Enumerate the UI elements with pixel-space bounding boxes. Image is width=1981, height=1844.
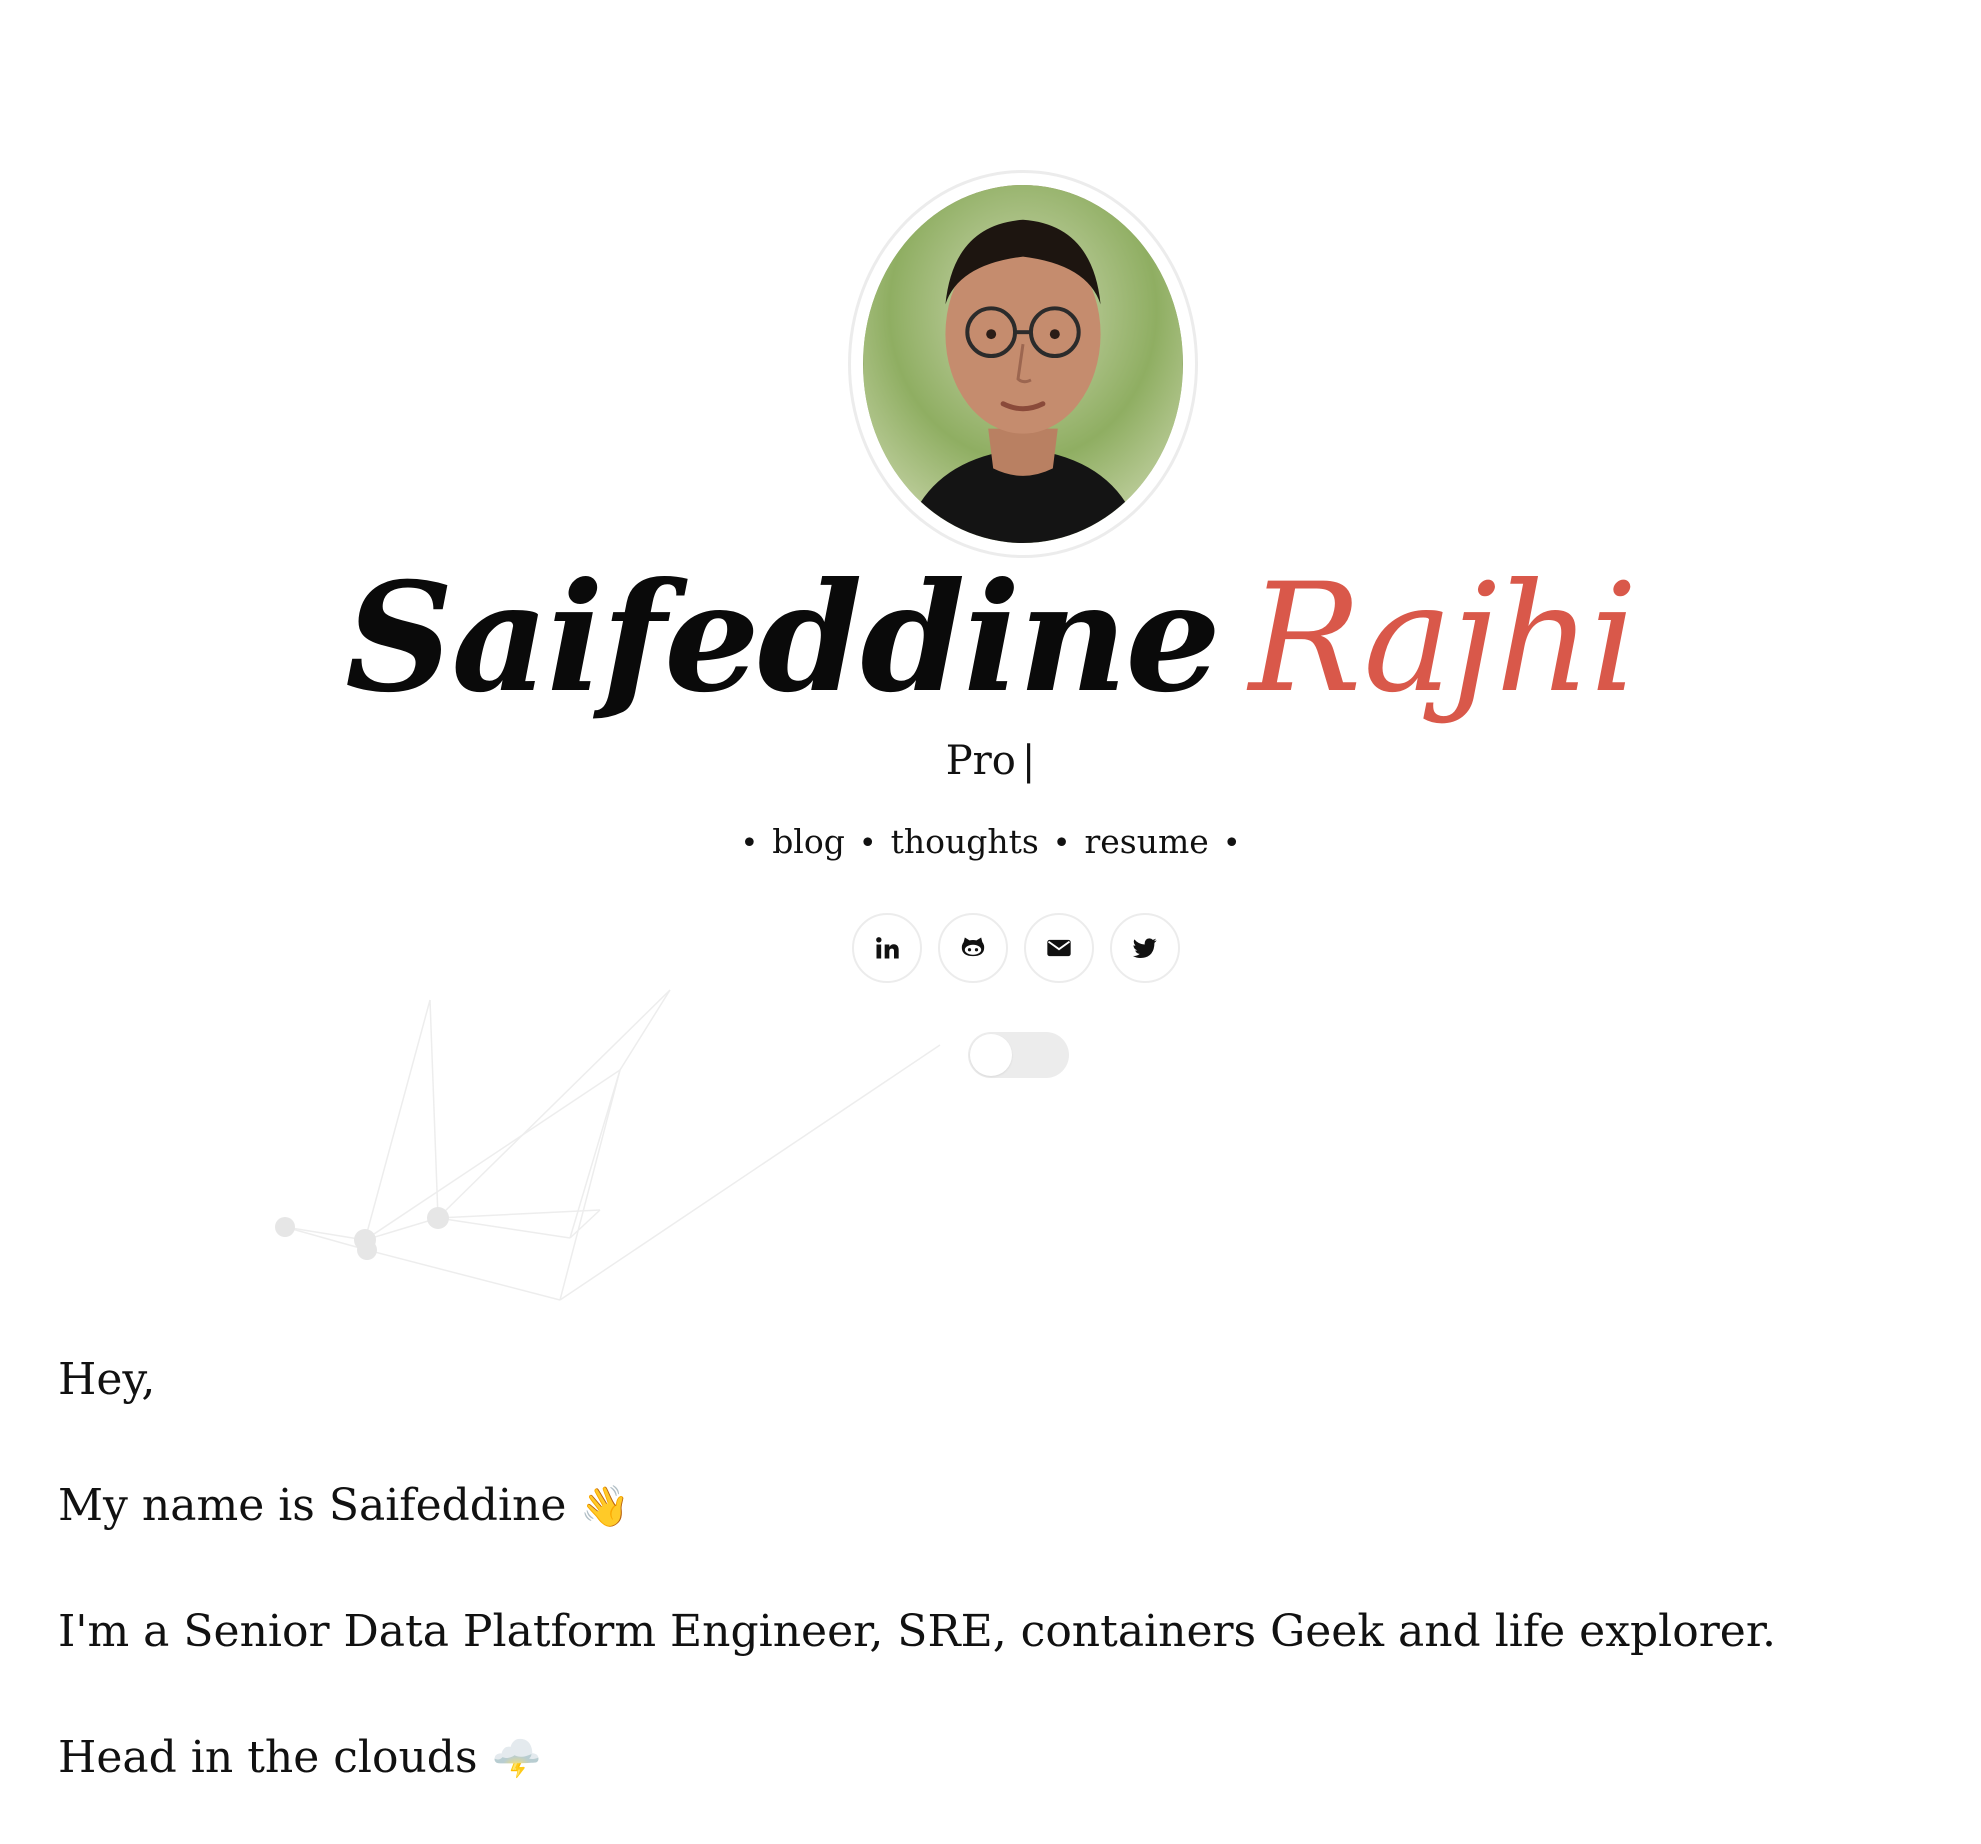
avatar-frame	[848, 170, 1198, 558]
clouds-line: Head in the clouds 🌩️	[58, 1718, 1918, 1844]
twitter-button[interactable]	[1110, 913, 1180, 983]
linkedin-icon	[876, 937, 899, 959]
envelope-icon	[1047, 939, 1071, 957]
clouds-line-text: Head in the clouds	[58, 1732, 478, 1783]
main-nav: • blog • thoughts • resume •	[0, 822, 1981, 864]
theme-toggle[interactable]	[968, 1032, 1069, 1078]
github-icon	[961, 937, 985, 957]
toggle-knob	[970, 1034, 1012, 1076]
nav-separator: •	[858, 826, 877, 861]
social-links	[852, 913, 1180, 983]
greeting-text: Hey,	[58, 1354, 156, 1405]
nav-link-blog[interactable]: blog	[772, 822, 845, 861]
avatar	[863, 185, 1183, 543]
typed-subtitle: Pro |	[0, 737, 1981, 785]
role-line: I'm a Senior Data Platform Engineer, SRE…	[58, 1606, 1776, 1657]
first-name: Saifeddine	[345, 550, 1221, 726]
nav-link-thoughts[interactable]: thoughts	[891, 822, 1039, 861]
name-line: My name is Saifeddine 👋	[58, 1466, 1918, 1592]
nav-separator: •	[1052, 826, 1071, 861]
portrait-image	[863, 185, 1183, 543]
page-title: Saifeddine Rajhi	[0, 548, 1981, 729]
github-button[interactable]	[938, 913, 1008, 983]
nav-separator: •	[740, 826, 759, 861]
cloud-lightning-icon: 🌩️	[491, 1736, 542, 1782]
twitter-icon	[1132, 938, 1157, 959]
linkedin-button[interactable]	[852, 913, 922, 983]
email-button[interactable]	[1024, 913, 1094, 983]
nav-link-resume[interactable]: resume	[1084, 822, 1208, 861]
name-line-text: My name is Saifeddine	[58, 1480, 567, 1531]
last-name: Rajhi	[1248, 552, 1638, 726]
waving-hand-icon: 👋	[580, 1484, 631, 1530]
intro-section: Hey, My name is Saifeddine 👋 I'm a Senio…	[58, 1340, 1918, 1844]
typing-cursor: |	[1021, 738, 1036, 784]
nav-separator: •	[1222, 826, 1241, 861]
subtitle-text: Pro	[945, 738, 1016, 784]
